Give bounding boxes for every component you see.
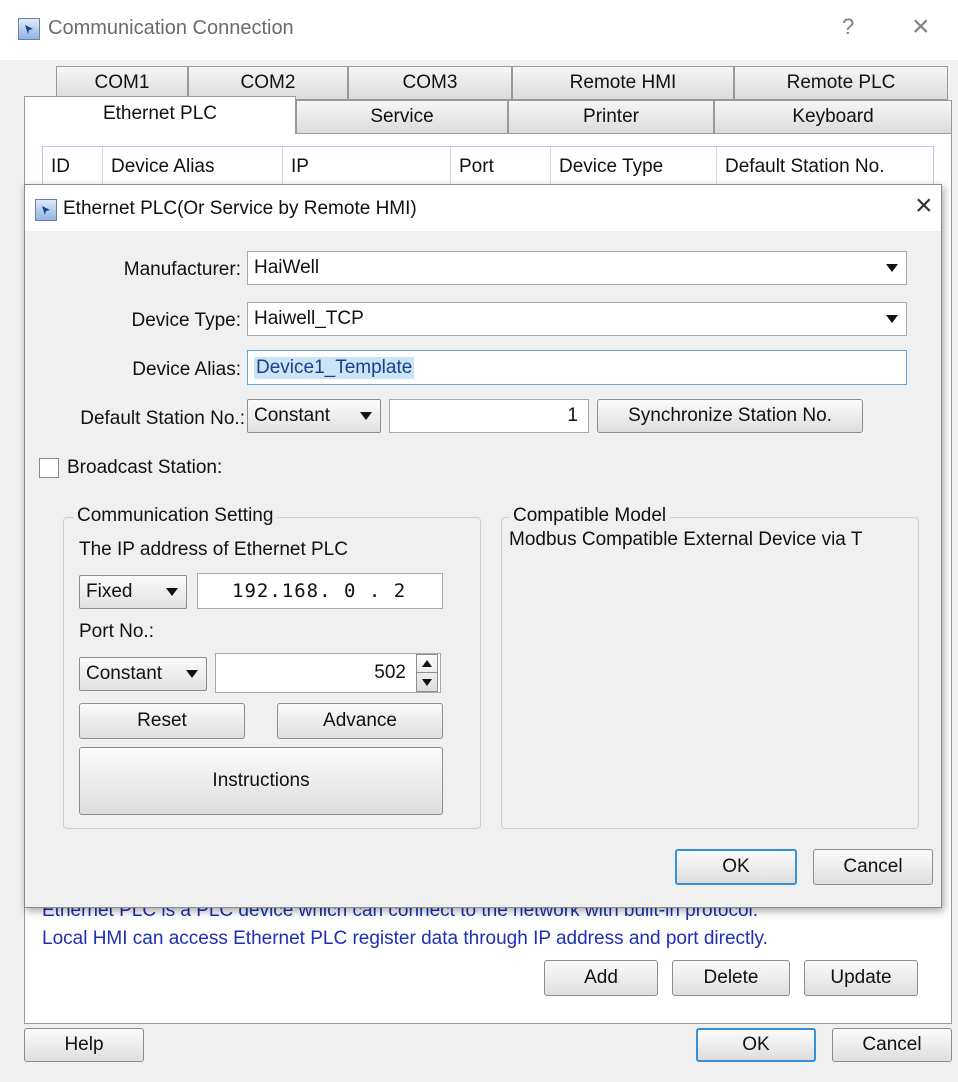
update-button[interactable]: Update: [804, 960, 918, 996]
app-window-icon: [18, 18, 40, 40]
compatible-model-title: Compatible Model: [509, 505, 671, 527]
dialog-titlebar: Ethernet PLC(Or Service by Remote HMI) ×: [25, 185, 941, 231]
column-header-default-station[interactable]: Default Station No.: [717, 147, 933, 187]
port-number-input[interactable]: 502: [215, 653, 441, 693]
dialog-window-icon: [35, 199, 57, 221]
manufacturer-select[interactable]: HaiWell: [247, 251, 907, 285]
tab-keyboard[interactable]: Keyboard: [714, 100, 952, 134]
dialog-title: Ethernet PLC(Or Service by Remote HMI): [63, 198, 417, 219]
add-button[interactable]: Add: [544, 960, 658, 996]
station-number-value: 1: [567, 405, 578, 426]
ip-mode-value: Fixed: [86, 581, 133, 602]
tab-com2[interactable]: COM2: [188, 66, 348, 100]
dialog-close-icon[interactable]: ×: [915, 189, 933, 223]
dialog-cancel-button[interactable]: Cancel: [813, 849, 933, 885]
synchronize-station-button[interactable]: Synchronize Station No.: [597, 399, 863, 433]
spin-up-icon[interactable]: [417, 655, 437, 673]
window-title: Communication Connection: [48, 17, 294, 39]
compatible-model-text: Modbus Compatible External Device via T: [509, 529, 863, 550]
port-spinner[interactable]: [416, 654, 438, 692]
column-header-id[interactable]: ID: [43, 147, 103, 187]
station-mode-value: Constant: [254, 405, 331, 426]
device-type-select[interactable]: Haiwell_TCP: [247, 302, 907, 336]
description-line-2: Local HMI can access Ethernet PLC regist…: [42, 928, 768, 949]
device-alias-input[interactable]: Device1_Template: [247, 350, 907, 385]
broadcast-station-label: Broadcast Station:: [67, 457, 223, 478]
column-header-ip[interactable]: IP: [283, 147, 451, 187]
column-header-device-type[interactable]: Device Type: [551, 147, 717, 187]
ip-address-label: The IP address of Ethernet PLC: [79, 539, 348, 560]
close-icon[interactable]: ×: [912, 10, 930, 44]
device-type-label: Device Type:: [131, 310, 241, 331]
port-label: Port No.:: [79, 621, 154, 642]
ip-address-input[interactable]: 192.168. 0 . 2: [197, 573, 443, 609]
advance-button[interactable]: Advance: [277, 703, 443, 739]
port-mode-select[interactable]: Constant: [79, 657, 207, 691]
outer-cancel-button[interactable]: Cancel: [832, 1028, 952, 1062]
ip-address-value: 192.168. 0 . 2: [232, 580, 407, 602]
tab-com1[interactable]: COM1: [56, 66, 188, 100]
outer-ok-button[interactable]: OK: [696, 1028, 816, 1062]
window-titlebar: Communication Connection ? ×: [0, 0, 958, 60]
chevron-down-icon: [360, 412, 372, 420]
broadcast-station-checkbox[interactable]: [39, 458, 59, 478]
dialog-ok-button[interactable]: OK: [675, 849, 797, 885]
communication-setting-title: Communication Setting: [73, 505, 278, 527]
delete-button[interactable]: Delete: [672, 960, 790, 996]
chevron-down-icon: [886, 264, 898, 272]
manufacturer-label: Manufacturer:: [123, 259, 241, 280]
tab-service[interactable]: Service: [296, 100, 508, 134]
column-header-port[interactable]: Port: [451, 147, 551, 187]
spin-down-icon[interactable]: [417, 673, 437, 691]
tab-remote-hmi[interactable]: Remote HMI: [512, 66, 734, 100]
tab-ethernet-plc[interactable]: Ethernet PLC: [24, 96, 296, 134]
port-number-value: 502: [374, 662, 406, 683]
column-header-device-alias[interactable]: Device Alias: [103, 147, 283, 187]
manufacturer-value: HaiWell: [254, 257, 320, 278]
help-button[interactable]: Help: [24, 1028, 144, 1062]
tab-printer[interactable]: Printer: [508, 100, 714, 134]
device-alias-label: Device Alias:: [132, 359, 241, 380]
default-station-label: Default Station No.:: [80, 408, 245, 429]
help-icon[interactable]: ?: [842, 14, 854, 40]
device-list-table: ID Device Alias IP Port Device Type Defa…: [42, 146, 934, 188]
instructions-button[interactable]: Instructions: [79, 747, 443, 815]
reset-button[interactable]: Reset: [79, 703, 245, 739]
compatible-model-group: [501, 517, 919, 829]
device-alias-value: Device1_Template: [254, 356, 415, 379]
tab-com3[interactable]: COM3: [348, 66, 512, 100]
port-mode-value: Constant: [86, 663, 163, 684]
tab-remote-plc[interactable]: Remote PLC: [734, 66, 948, 100]
chevron-down-icon: [166, 588, 178, 596]
chevron-down-icon: [186, 670, 198, 678]
ip-mode-select[interactable]: Fixed: [79, 575, 187, 609]
chevron-down-icon: [886, 315, 898, 323]
station-number-input[interactable]: 1: [389, 399, 589, 433]
ethernet-plc-dialog: Ethernet PLC(Or Service by Remote HMI) ×…: [24, 184, 942, 908]
device-type-value: Haiwell_TCP: [254, 308, 364, 329]
station-mode-select[interactable]: Constant: [247, 399, 381, 433]
